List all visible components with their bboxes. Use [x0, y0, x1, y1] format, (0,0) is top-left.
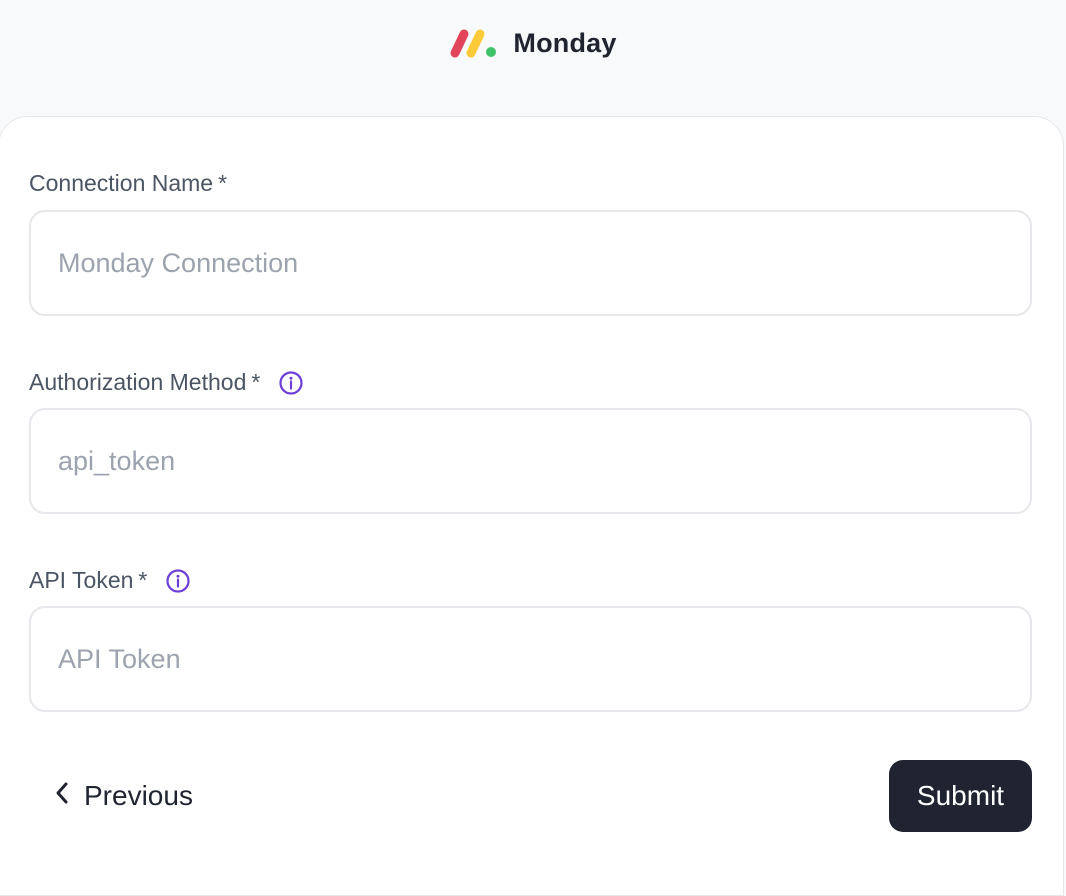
chevron-left-icon — [54, 780, 70, 812]
connection-name-label-text: Connection Name — [29, 170, 214, 196]
connection-name-label: Connection Name * — [29, 170, 227, 197]
submit-button[interactable]: Submit — [889, 760, 1032, 832]
required-asterisk: * — [251, 369, 261, 395]
header-bar: Monday — [0, 0, 1066, 116]
authorization-method-label: Authorization Method * — [29, 369, 304, 396]
info-icon[interactable] — [278, 370, 304, 396]
previous-button[interactable]: Previous — [54, 772, 193, 820]
api-token-label-text: API Token — [29, 567, 134, 593]
authorization-method-label-text: Authorization Method — [29, 369, 247, 395]
previous-label: Previous — [84, 780, 193, 811]
required-asterisk: * — [218, 170, 228, 196]
info-icon[interactable] — [165, 568, 191, 594]
brand: Monday — [0, 26, 1066, 60]
monday-logo-icon — [449, 26, 499, 60]
required-asterisk: * — [138, 567, 148, 593]
api-token-input[interactable] — [29, 606, 1032, 712]
authorization-method-input[interactable] — [29, 408, 1032, 514]
connection-name-input[interactable] — [29, 210, 1032, 316]
api-token-label: API Token * — [29, 567, 191, 594]
app-name: Monday — [513, 27, 617, 58]
